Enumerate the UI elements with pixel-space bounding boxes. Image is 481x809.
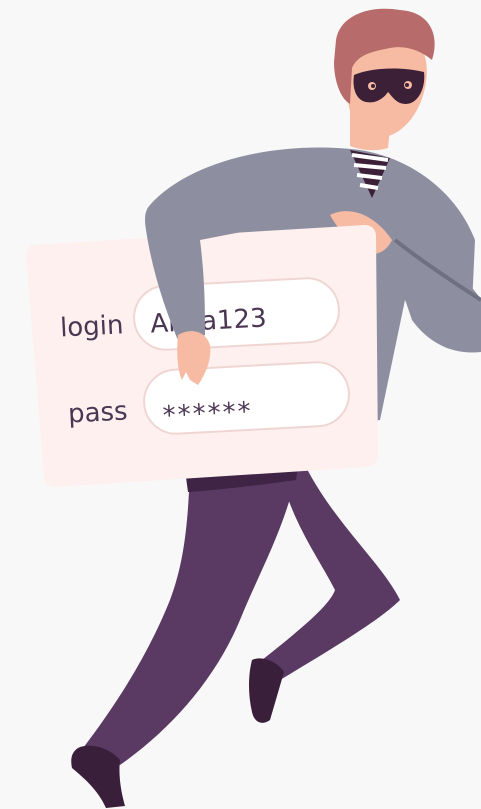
pass-value: ****** — [162, 397, 253, 432]
thief-login-illustration: Anna123 login ****** pass — [0, 0, 481, 809]
front-leg — [71, 455, 300, 808]
pass-field[interactable]: ****** — [142, 361, 350, 436]
login-label: login — [59, 310, 124, 343]
thief-illustration: Anna123 login ****** pass — [26, 8, 481, 808]
pass-label: pass — [67, 396, 128, 429]
head — [334, 8, 435, 151]
